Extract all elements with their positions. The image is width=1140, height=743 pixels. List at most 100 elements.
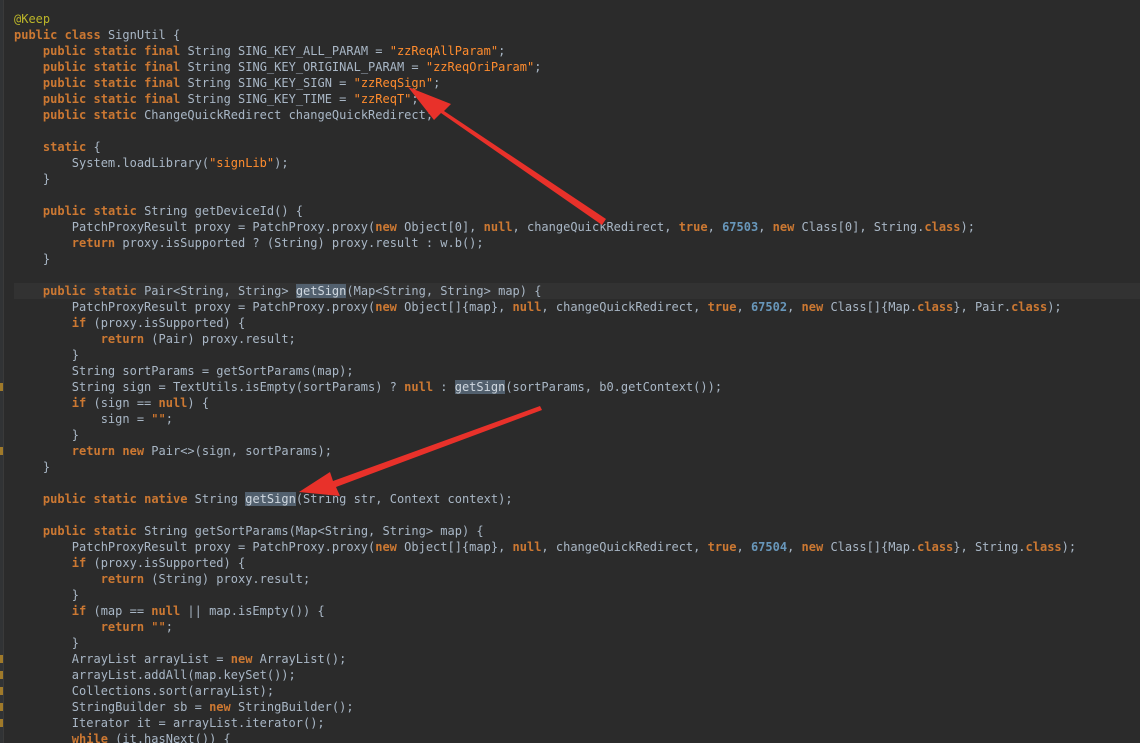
code-line[interactable]: public static Pair<String, String> getSi… bbox=[14, 283, 1140, 299]
code-text: { bbox=[86, 140, 101, 154]
code-line[interactable] bbox=[14, 267, 1140, 283]
code-line[interactable]: PatchProxyResult proxy = PatchProxy.prox… bbox=[14, 219, 1140, 235]
change-marker[interactable] bbox=[0, 687, 3, 695]
code-line[interactable]: } bbox=[14, 427, 1140, 443]
keyword: public bbox=[42, 108, 87, 122]
code-line[interactable]: StringBuilder sb = new StringBuilder(); bbox=[0, 699, 1140, 715]
code-line[interactable]: sign = ""; bbox=[14, 411, 1140, 427]
code-text: (sign == bbox=[86, 396, 159, 410]
code-line[interactable]: String sortParams = getSortParams(map); bbox=[14, 363, 1140, 379]
code-line[interactable]: } bbox=[14, 587, 1140, 603]
code-line[interactable]: return ""; bbox=[14, 619, 1140, 635]
code-line[interactable]: arrayList.addAll(map.keySet()); bbox=[0, 667, 1140, 683]
code-line[interactable]: public static final String SING_KEY_SIGN… bbox=[14, 75, 1140, 91]
code-text: ; bbox=[534, 60, 542, 74]
change-marker[interactable] bbox=[0, 671, 3, 679]
code-text: , bbox=[787, 300, 802, 314]
code-line[interactable]: if (map == null || map.isEmpty()) { bbox=[14, 603, 1140, 619]
code-text: System.loadLibrary( bbox=[14, 156, 210, 170]
keyword: new bbox=[801, 300, 824, 314]
code-line[interactable]: if (proxy.isSupported) { bbox=[14, 315, 1140, 331]
code-line[interactable]: static { bbox=[14, 139, 1140, 155]
keyword: if bbox=[71, 556, 87, 570]
code-text: ChangeQuickRedirect changeQuickRedirect; bbox=[136, 108, 434, 122]
code-text: } bbox=[14, 428, 80, 442]
code-area[interactable]: @Keep public class SignUtil { public stat… bbox=[0, 11, 1140, 743]
code-text: (it.hasNext()) { bbox=[107, 732, 231, 743]
keyword: final bbox=[144, 92, 181, 106]
code-line[interactable]: Iterator it = arrayList.iterator(); bbox=[0, 715, 1140, 731]
code-line[interactable]: return (Pair) proxy.result; bbox=[14, 331, 1140, 347]
code-line[interactable]: public static final String SING_KEY_ORIG… bbox=[14, 59, 1140, 75]
keyword: new bbox=[772, 220, 795, 234]
code-line[interactable]: } bbox=[14, 347, 1140, 363]
string-literal: "zzReqOriParam" bbox=[425, 60, 535, 74]
code-line[interactable]: public static String getDeviceId() { bbox=[14, 203, 1140, 219]
code-line[interactable]: public class SignUtil { bbox=[14, 27, 1140, 43]
keyword: new bbox=[375, 220, 397, 234]
change-marker[interactable] bbox=[0, 655, 3, 663]
code-text: String sortParams = getSortParams(map); bbox=[14, 364, 354, 378]
code-line[interactable]: ArrayList arrayList = new ArrayList(); bbox=[0, 651, 1140, 667]
code-text: PatchProxyResult proxy = PatchProxy.prox… bbox=[14, 540, 376, 554]
code-line[interactable] bbox=[14, 187, 1140, 203]
code-text: ); bbox=[1047, 300, 1062, 314]
change-marker[interactable] bbox=[0, 719, 3, 727]
code-line[interactable]: public static String getSortParams(Map<S… bbox=[14, 523, 1140, 539]
keyword: new bbox=[209, 700, 231, 714]
code-line[interactable]: } bbox=[14, 251, 1140, 267]
change-marker[interactable] bbox=[0, 447, 3, 455]
code-text: } bbox=[14, 460, 51, 474]
code-line[interactable]: System.loadLibrary("signLib"); bbox=[14, 155, 1140, 171]
code-line[interactable]: while (it.hasNext()) { bbox=[14, 731, 1140, 743]
code-text: Class[0], String. bbox=[794, 220, 925, 234]
code-text: } bbox=[14, 636, 80, 650]
method-usage-highlight: getSign bbox=[454, 380, 506, 394]
code-line[interactable]: } bbox=[14, 459, 1140, 475]
keyword: new bbox=[375, 540, 397, 554]
code-line[interactable]: if (proxy.isSupported) { bbox=[14, 555, 1140, 571]
code-text: , bbox=[736, 540, 751, 554]
code-line[interactable]: public static ChangeQuickRedirect change… bbox=[14, 107, 1140, 123]
code-line[interactable]: return proxy.isSupported ? (String) prox… bbox=[14, 235, 1140, 251]
code-line[interactable] bbox=[14, 123, 1140, 139]
code-line[interactable]: return (String) proxy.result; bbox=[14, 571, 1140, 587]
code-line[interactable]: } bbox=[14, 635, 1140, 651]
code-text: (proxy.isSupported) { bbox=[86, 316, 246, 330]
code-line[interactable]: public static final String SING_KEY_TIME… bbox=[14, 91, 1140, 107]
code-line[interactable]: public static final String SING_KEY_ALL_… bbox=[14, 43, 1140, 59]
code-line[interactable]: PatchProxyResult proxy = PatchProxy.prox… bbox=[14, 539, 1140, 555]
code-text: (String) proxy.result; bbox=[144, 572, 311, 586]
change-marker[interactable] bbox=[0, 703, 3, 711]
code-text: String SING_KEY_ORIGINAL_PARAM = bbox=[180, 60, 426, 74]
code-text: PatchProxyResult proxy = PatchProxy.prox… bbox=[14, 220, 376, 234]
keyword: class bbox=[64, 28, 101, 42]
code-editor[interactable]: @Keep public class SignUtil { public stat… bbox=[0, 0, 1140, 743]
code-line[interactable]: Collections.sort(arrayList); bbox=[0, 683, 1140, 699]
code-line[interactable]: return new Pair<>(sign, sortParams); bbox=[0, 443, 1140, 459]
code-line[interactable] bbox=[14, 475, 1140, 491]
code-text: ); bbox=[274, 156, 289, 170]
code-line[interactable]: @Keep bbox=[14, 11, 1140, 27]
code-line[interactable]: public static native String getSign(Stri… bbox=[14, 491, 1140, 507]
editor-gutter[interactable] bbox=[0, 0, 4, 743]
string-literal: "zzReqSign" bbox=[353, 76, 434, 90]
code-text: Pair<>(sign, sortParams); bbox=[144, 444, 332, 458]
code-text: ) { bbox=[187, 396, 210, 410]
code-line[interactable]: if (sign == null) { bbox=[14, 395, 1140, 411]
code-line[interactable] bbox=[14, 507, 1140, 523]
code-line[interactable]: } bbox=[14, 171, 1140, 187]
code-line[interactable]: PatchProxyResult proxy = PatchProxy.prox… bbox=[14, 299, 1140, 315]
code-line[interactable]: String sign = TextUtils.isEmpty(sortPara… bbox=[0, 379, 1140, 395]
code-text: ; bbox=[165, 412, 173, 426]
change-marker[interactable] bbox=[0, 383, 3, 391]
keyword: native bbox=[144, 492, 188, 506]
